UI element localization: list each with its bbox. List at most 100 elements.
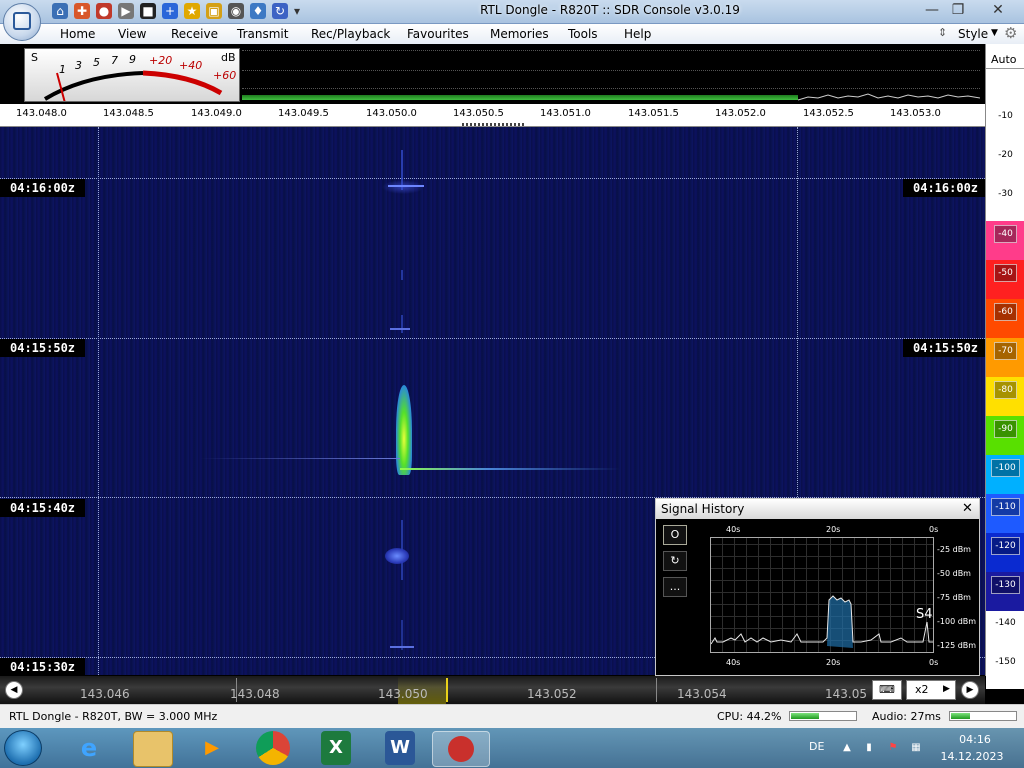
freq-label: 143.050.0 (366, 108, 417, 119)
history-y-label: -100 dBm (937, 617, 977, 626)
audio-meter-fill (951, 713, 971, 719)
timestamp-right: 04:16:00z (903, 179, 989, 197)
splitter-handle[interactable] (462, 123, 524, 126)
media-player-icon[interactable]: ▶ (190, 731, 234, 765)
db-tick: -100 (986, 455, 1024, 494)
signal-trace (401, 150, 403, 190)
file-explorer-icon[interactable] (133, 731, 173, 767)
freq-label: 143.051.5 (628, 108, 679, 119)
scroll-right-button[interactable]: ▶ (961, 681, 979, 699)
customize-dropdown-icon[interactable]: ▾ (292, 3, 302, 19)
action-center-icon[interactable]: ⚑ (886, 741, 900, 755)
cpu-meter-fill (791, 713, 820, 719)
freq-label: 143.048.0 (16, 108, 67, 119)
signal-history-graph (711, 595, 933, 648)
db-tick: -120 (986, 533, 1024, 572)
home-icon[interactable]: ⌂ (52, 3, 68, 19)
chrome-icon[interactable] (256, 731, 290, 765)
camera-icon[interactable]: ◉ (228, 3, 244, 19)
menu-rec-playback[interactable]: Rec/Playback (311, 27, 390, 41)
add-icon[interactable]: + (162, 3, 178, 19)
close-button[interactable]: ✕ (984, 0, 1012, 20)
freq-label: 143.048.5 (103, 108, 154, 119)
drop-icon[interactable]: ♦ (250, 3, 266, 19)
lifebuoy-icon[interactable]: ✚ (74, 3, 90, 19)
menu-receive[interactable]: Receive (171, 27, 218, 41)
clock-time[interactable]: 04:16 (950, 733, 1000, 746)
history-y-label: -75 dBm (937, 593, 971, 602)
signal-streak (390, 646, 414, 648)
history-x-label: 40s (726, 658, 741, 667)
lock-icon[interactable]: ▣ (206, 3, 222, 19)
device-tray-icon[interactable]: ▮ (862, 741, 876, 755)
db-divider (986, 68, 1024, 69)
network-icon[interactable]: ▦ (909, 741, 923, 755)
spectrum-trace (798, 93, 980, 101)
db-tick: -130 (986, 572, 1024, 611)
db-tick: -20 (986, 143, 1024, 182)
clock-date[interactable]: 14.12.2023 (937, 750, 1007, 763)
s-meter-arc (43, 70, 223, 101)
internet-explorer-icon[interactable]: e (67, 731, 111, 765)
freq-label: 143.050.5 (453, 108, 504, 119)
menu-favourites[interactable]: Favourites (407, 27, 469, 41)
freq-label: 143.051.0 (540, 108, 591, 119)
bottom-freq-label: 143.056 (825, 687, 867, 701)
style-arrows-icon[interactable]: ⇕ (938, 26, 947, 39)
signal-tail (200, 458, 400, 459)
bottom-freq-label: 143.052 (527, 687, 577, 701)
gear-icon[interactable]: ⚙ (1004, 24, 1017, 42)
menu-home[interactable]: Home (60, 27, 95, 41)
history-x-label: 20s (826, 658, 841, 667)
history-record-button[interactable]: O (663, 525, 687, 545)
zoom-button[interactable]: x2 ▶ (906, 680, 956, 700)
db-tick: -40 (986, 221, 1024, 260)
meter-grid-line (242, 50, 980, 52)
signal-history-close-button[interactable]: ✕ (962, 501, 973, 516)
timestamp-left: 04:15:50z (0, 339, 86, 357)
history-x-label: 0s (929, 658, 939, 667)
excel-icon[interactable]: X (321, 731, 351, 765)
language-indicator[interactable]: DE (809, 740, 824, 753)
star-icon[interactable]: ★ (184, 3, 200, 19)
freq-label: 143.052.0 (715, 108, 766, 119)
keyboard-button[interactable]: ⌨ (872, 680, 902, 700)
auto-scale-button[interactable]: Auto (991, 53, 1017, 66)
menu-transmit[interactable]: Transmit (237, 27, 288, 41)
waterfall-grid-hline (0, 338, 985, 339)
timestamp-left: 04:15:40z (0, 499, 86, 517)
freq-label: 143.052.5 (803, 108, 854, 119)
refresh-icon[interactable]: ↻ (272, 3, 288, 19)
freq-label: 143.049.0 (191, 108, 242, 119)
signal-history-header[interactable]: Signal History ✕ (656, 499, 979, 519)
maximize-button[interactable]: ❐ (944, 0, 972, 20)
app-menu-button[interactable] (3, 3, 41, 41)
menu-tools[interactable]: Tools (568, 27, 598, 41)
zoom-label: x2 (915, 683, 929, 696)
history-reset-button[interactable]: ↻ (663, 551, 687, 571)
record-icon[interactable]: ● (96, 3, 112, 19)
db-tick: -30 (986, 182, 1024, 221)
db-tick: -50 (986, 260, 1024, 299)
cpu-meter (789, 711, 857, 721)
word-icon[interactable]: W (385, 731, 415, 765)
tuning-marker[interactable] (446, 678, 448, 702)
sdr-console-taskbar-button[interactable] (432, 731, 490, 767)
style-menu[interactable]: Style (958, 27, 988, 41)
history-more-button[interactable]: ... (663, 577, 687, 597)
minimize-button[interactable]: — (918, 0, 946, 20)
db-tick: -150 (986, 650, 1024, 689)
signal-history-title: Signal History (661, 502, 745, 516)
start-button[interactable] (4, 730, 42, 766)
menu-view[interactable]: View (118, 27, 146, 41)
scroll-left-button[interactable]: ◀ (5, 681, 23, 699)
menu-memories[interactable]: Memories (490, 27, 549, 41)
play-icon[interactable]: ▶ (118, 3, 134, 19)
show-hidden-icons[interactable]: ▲ (840, 741, 854, 755)
signal-strength-bar (242, 95, 798, 100)
style-dropdown-icon[interactable]: ▼ (991, 28, 998, 38)
signal-blob (396, 385, 412, 475)
meter-grid-line (242, 70, 980, 72)
menu-help[interactable]: Help (624, 27, 651, 41)
stop-icon[interactable]: ■ (140, 3, 156, 19)
